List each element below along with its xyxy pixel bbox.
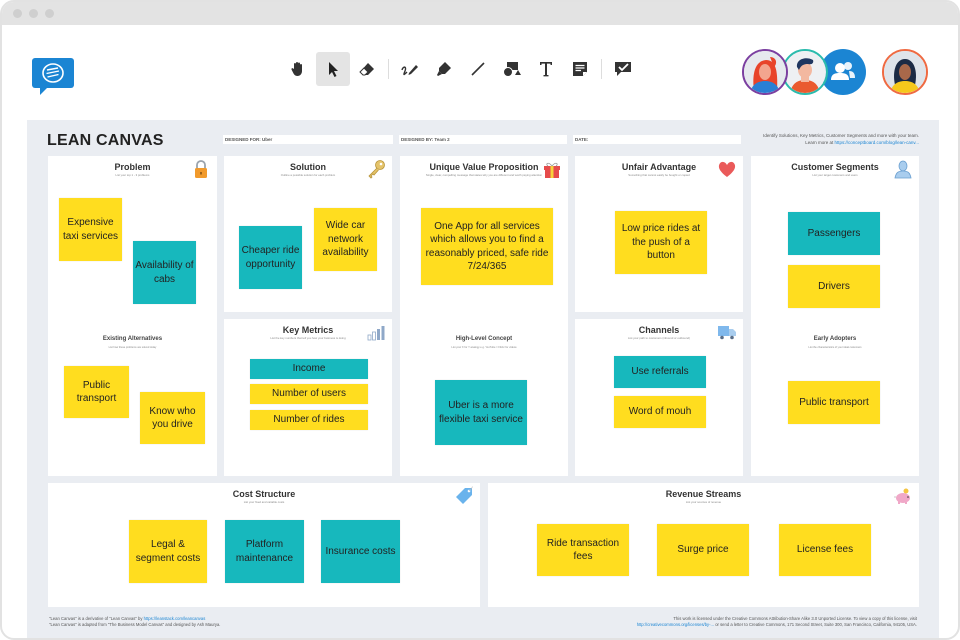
lean-canvas-board[interactable]: LEAN CANVAS DESIGNED FOR: Uber DESIGNED … bbox=[27, 120, 939, 638]
section-subtitle: List your sources of revenue bbox=[685, 500, 722, 504]
subsection-title: Early Adopters bbox=[813, 336, 857, 342]
app-window: LEAN CANVAS DESIGNED FOR: Uber DESIGNED … bbox=[0, 0, 960, 640]
sticky-note[interactable]: Cheaper ride opportunity bbox=[239, 226, 302, 289]
sticky-note[interactable]: Use referrals bbox=[614, 356, 706, 388]
customer-segments-section[interactable]: Customer Segments List your target custo… bbox=[751, 156, 919, 476]
padlock-icon bbox=[191, 159, 211, 179]
sticky-note[interactable]: Passengers bbox=[788, 212, 880, 255]
unique-value-proposition-section[interactable]: Unique Value Proposition Single, clear, … bbox=[400, 156, 568, 476]
hand-icon bbox=[290, 60, 308, 78]
solution-section[interactable]: Solution Outline a possible solution for… bbox=[224, 156, 392, 312]
sticky-note[interactable]: Wide car network availability bbox=[314, 208, 377, 271]
window-maximize-button[interactable] bbox=[45, 9, 54, 18]
sticky-note[interactable]: Drivers bbox=[788, 265, 880, 308]
subsection-subtitle: List your X for Y analogy e.g. YouTube =… bbox=[451, 346, 517, 349]
price-tag-icon bbox=[454, 486, 474, 506]
sticky-note[interactable]: Word of mouh bbox=[614, 396, 706, 428]
window-minimize-button[interactable] bbox=[29, 9, 38, 18]
truck-icon bbox=[717, 322, 737, 342]
window-titlebar bbox=[2, 2, 958, 25]
board-info-line1: Identify Solutions, Key Metrics, Custome… bbox=[763, 133, 919, 138]
window-close-button[interactable] bbox=[13, 9, 22, 18]
key-metrics-section[interactable]: Key Metrics List the key numbers that te… bbox=[224, 319, 392, 476]
sticky-note[interactable]: Platform maintenance bbox=[225, 520, 304, 583]
avatar-man-dark-hair[interactable] bbox=[782, 49, 828, 95]
cursor-arrow-icon bbox=[326, 60, 340, 78]
toolbar-divider bbox=[388, 59, 389, 79]
pan-tool-button[interactable] bbox=[282, 52, 316, 86]
gift-icon bbox=[542, 159, 562, 179]
sticky-note[interactable]: Income bbox=[250, 359, 368, 379]
toolbar-divider bbox=[601, 59, 602, 79]
highlighter-icon bbox=[435, 60, 453, 78]
creative-commons-link[interactable]: http://creativecommons.org/licenses/by-.… bbox=[637, 622, 714, 627]
sticky-note[interactable]: Ride transaction fees bbox=[537, 524, 629, 576]
sticky-note-tool-button[interactable] bbox=[563, 52, 597, 86]
revenue-streams-section[interactable]: Revenue Streams List your sources of rev… bbox=[488, 483, 919, 607]
board-info-link[interactable]: https://conceptboard.com/blog/lean-canv.… bbox=[835, 140, 919, 145]
user-silhouette-icon bbox=[893, 159, 913, 179]
pen-icon bbox=[400, 60, 420, 78]
board-info-prefix: Learn more at bbox=[805, 140, 835, 145]
eraser-tool-button[interactable] bbox=[350, 52, 384, 86]
sticky-note[interactable]: Availability of cabs bbox=[133, 241, 196, 304]
subsection-subtitle: List how these problems are solved today bbox=[108, 346, 157, 349]
sticky-note[interactable]: Surge price bbox=[657, 524, 749, 576]
sticky-note[interactable]: License fees bbox=[779, 524, 871, 576]
sticky-note[interactable]: Public transport bbox=[64, 366, 129, 418]
speech-bubble-logo-icon[interactable] bbox=[32, 58, 74, 95]
channels-section[interactable]: Channels List your path to customers (in… bbox=[575, 319, 743, 476]
shapes-tool-button[interactable] bbox=[495, 52, 529, 86]
subsection-subtitle: List the characteristics of your ideal c… bbox=[808, 346, 862, 349]
cost-structure-section[interactable]: Cost Structure List your fixed and varia… bbox=[48, 483, 480, 607]
key-icon bbox=[366, 159, 386, 179]
feedback-tool-button[interactable] bbox=[606, 52, 640, 86]
highlighter-tool-button[interactable] bbox=[427, 52, 461, 86]
sticky-note[interactable]: Expensive taxi services bbox=[59, 198, 122, 261]
piggy-bank-icon bbox=[893, 486, 913, 506]
heart-icon bbox=[717, 159, 737, 179]
pen-tool-button[interactable] bbox=[393, 52, 427, 86]
section-subtitle: List your fixed and variable costs bbox=[243, 500, 285, 504]
board-title: LEAN CANVAS bbox=[47, 132, 164, 149]
sticky-note[interactable]: Legal & segment costs bbox=[129, 520, 207, 583]
line-tool-button[interactable] bbox=[461, 52, 495, 86]
sticky-note[interactable]: Uber is a more flexible taxi service bbox=[435, 380, 527, 445]
attribution-text: "Lean Canvas" is a derivative of "Lean C… bbox=[49, 616, 144, 621]
avatar-red-hair-woman[interactable] bbox=[742, 49, 788, 95]
designed-for-field[interactable]: DESIGNED FOR: Uber bbox=[223, 135, 393, 144]
eraser-icon bbox=[358, 60, 376, 78]
license-text: or send a letter to Creative Commons, 17… bbox=[714, 622, 917, 627]
sticky-note[interactable]: Low price rides at the push of a button bbox=[615, 211, 707, 274]
license-footer: This work is licensed under the Creative… bbox=[637, 616, 917, 628]
sticky-note[interactable]: Insurance costs bbox=[321, 520, 400, 583]
text-icon bbox=[538, 60, 554, 78]
subsection-title: Existing Alternatives bbox=[102, 336, 163, 342]
sticky-note[interactable]: Know who you drive bbox=[140, 392, 205, 444]
unfair-advantage-section[interactable]: Unfair Advantage Something that cannot e… bbox=[575, 156, 743, 312]
sticky-note[interactable]: Number of users bbox=[250, 384, 368, 404]
attribution-footer: "Lean Canvas" is a derivative of "Lean C… bbox=[49, 616, 220, 628]
section-title: Cost Structure bbox=[232, 489, 296, 499]
shapes-icon bbox=[502, 60, 522, 78]
designed-by-field[interactable]: DESIGNED BY: Team 2 bbox=[399, 135, 567, 144]
text-tool-button[interactable] bbox=[529, 52, 563, 86]
bar-chart-icon bbox=[366, 322, 386, 342]
drawing-toolbar bbox=[282, 52, 640, 86]
section-title: Revenue Streams bbox=[665, 489, 742, 499]
sticky-note[interactable]: Public transport bbox=[788, 381, 880, 424]
sticky-note-icon bbox=[571, 60, 589, 78]
attribution-text: "Lean Canvas" is adapted from "The Busin… bbox=[49, 622, 221, 627]
subsection-title: High-Level Concept bbox=[455, 336, 513, 342]
board-info-note: Identify Solutions, Key Metrics, Custome… bbox=[763, 132, 919, 146]
sticky-note[interactable]: Number of rides bbox=[250, 410, 368, 430]
comment-check-icon bbox=[613, 60, 633, 78]
select-tool-button[interactable] bbox=[316, 52, 350, 86]
leanstack-link[interactable]: https://leanstack.com/leancanvas bbox=[144, 616, 206, 621]
date-field[interactable]: DATE: bbox=[573, 135, 741, 144]
problem-section[interactable]: Problem List your top 1 - 3 problems Exp… bbox=[48, 156, 217, 476]
sticky-note[interactable]: One App for all services which allows yo… bbox=[421, 208, 553, 285]
line-icon bbox=[469, 60, 487, 78]
avatar-woman-yellow-shirt[interactable] bbox=[882, 49, 928, 95]
